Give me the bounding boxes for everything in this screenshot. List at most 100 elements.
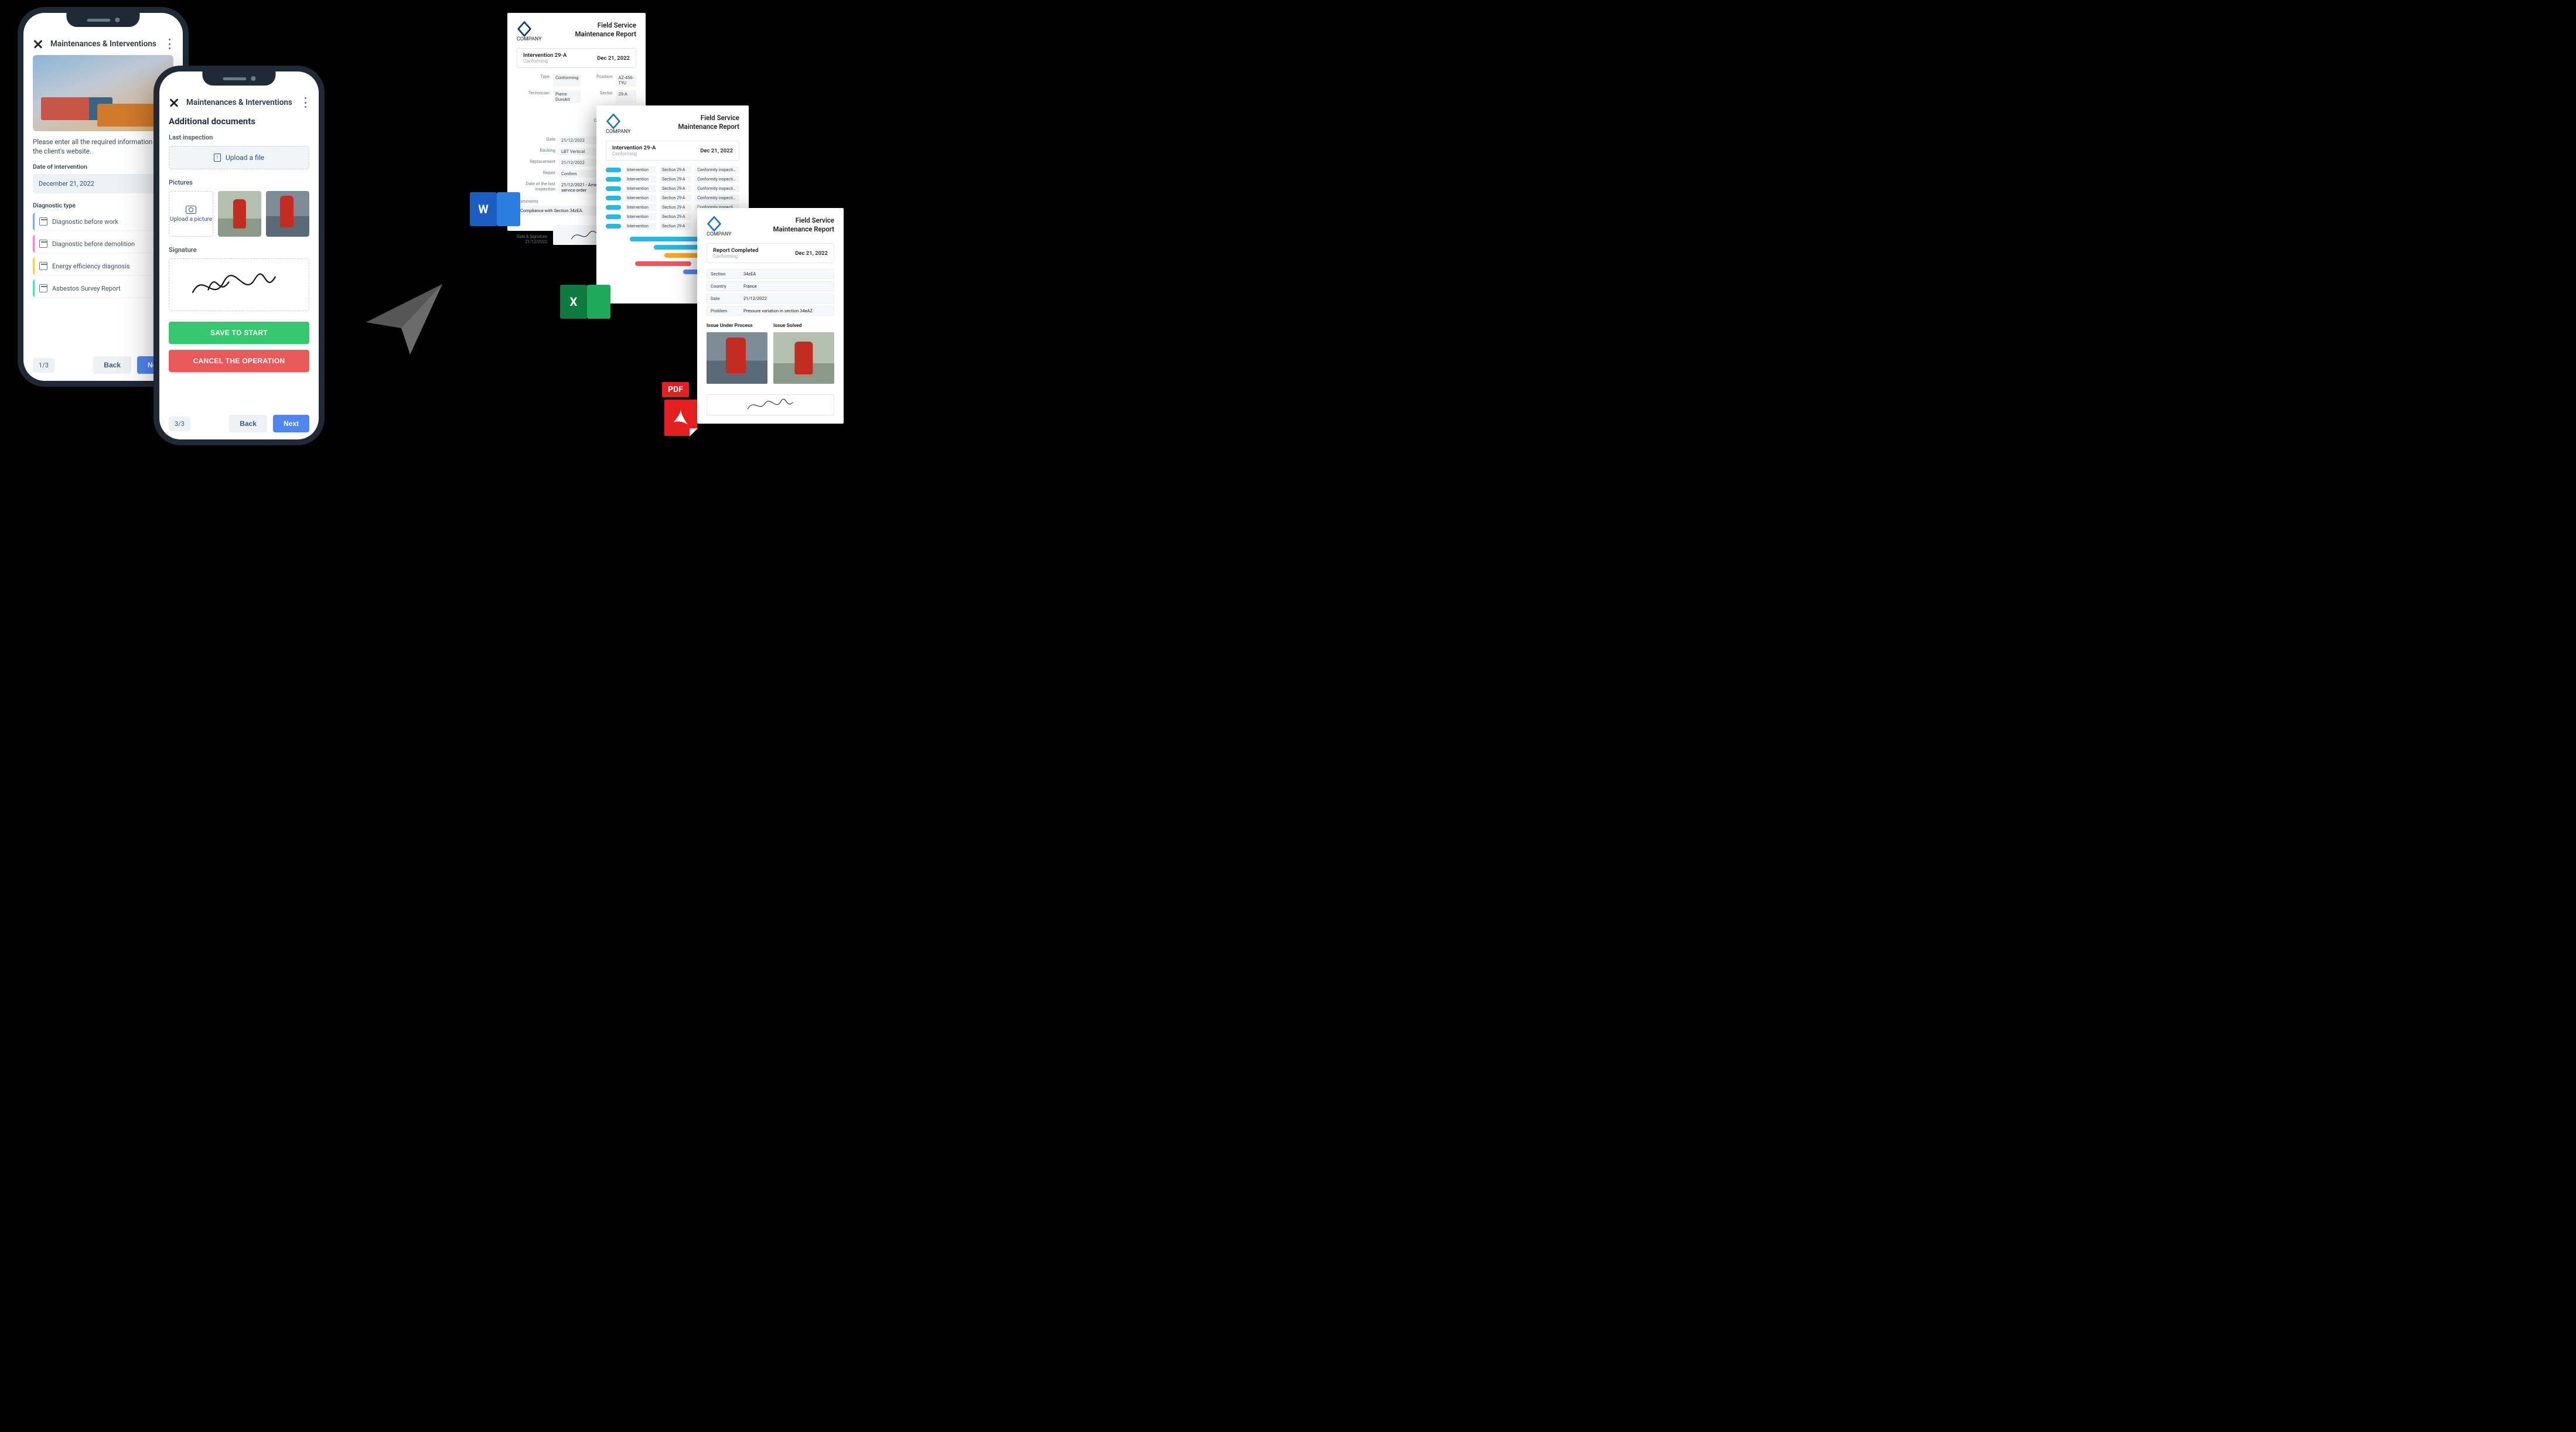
pictures-label: Pictures <box>169 179 309 186</box>
report-signature <box>707 394 834 415</box>
last-inspection-key: Date of the last inspection <box>517 181 555 194</box>
field-key: Section <box>711 271 738 277</box>
screen-title: Maintenances & Interventions <box>186 98 294 107</box>
table-cell: Section 29-A <box>660 185 691 192</box>
pdf-label: PDF <box>662 382 689 397</box>
hero-image <box>33 55 173 131</box>
calendar-icon <box>39 217 47 226</box>
company-label: COMPANY <box>606 129 631 135</box>
diagnostic-option[interactable]: Diagnostic before work <box>33 213 173 230</box>
picture-thumbnail[interactable] <box>218 191 261 237</box>
pdf-icon: PDF <box>662 382 701 438</box>
table-row: InterventionSection 29-AConformity inspe… <box>606 185 739 192</box>
adobe-icon <box>664 400 697 436</box>
report-title-1: Field Service <box>678 114 739 122</box>
field-row: ProblemPressure variation in section 34e… <box>707 306 834 316</box>
issue-image <box>707 332 767 384</box>
gantt-bar <box>630 237 705 241</box>
field-row: Section 34zEA <box>707 269 834 279</box>
table-cell: Intervention <box>625 176 656 183</box>
table-cell: Intervention <box>625 204 656 211</box>
meta-title: Intervention 29-A <box>523 52 567 59</box>
status-pill <box>606 214 621 219</box>
issue-under-label: Issue Under Process <box>707 323 767 329</box>
save-button[interactable]: SAVE TO START <box>169 322 309 344</box>
table-row: Intervention Section 29-A Conformity inspe… <box>606 176 739 183</box>
field-val: 34zEA <box>743 271 830 277</box>
date-input[interactable]: December 21, 2022 <box>33 174 173 193</box>
table-cell: Section 29-A <box>660 223 691 230</box>
upload-picture-label: Upload a picture <box>170 216 212 223</box>
upload-file-label: Upload a file <box>226 154 264 162</box>
excel-icon: X <box>560 285 610 319</box>
option-label: Asbestos Survey Report <box>52 285 121 292</box>
table-row: InterventionSection 29-AConformity inspe… <box>606 166 739 173</box>
company-logo-icon <box>606 114 621 129</box>
table-cell: Conformity inspection OK <box>695 166 739 173</box>
field-row: Date21/12/2022 <box>707 294 834 304</box>
upload-icon <box>214 154 221 162</box>
status-pill <box>606 224 621 229</box>
intro-text: Please enter all the required informatio… <box>33 137 173 156</box>
table-cell: Conformity inspection OK <box>695 176 739 183</box>
kv-val: 29-A <box>616 90 636 103</box>
next-button[interactable]: Next <box>273 415 309 432</box>
upload-file-button[interactable]: Upload a file <box>169 146 309 169</box>
step-indicator: 3/3 <box>169 417 190 431</box>
diagnostic-option[interactable]: Energy efficiency diagnosis <box>33 257 173 275</box>
meta-date: Dec 21, 2022 <box>700 148 733 154</box>
issue-solved-label: Issue Solved <box>773 323 834 329</box>
gantt-bar <box>635 261 691 266</box>
table-row: InterventionSection 29-AConformity inspe… <box>606 195 739 202</box>
field-key: Date <box>711 296 738 301</box>
step-indicator: 1/3 <box>33 358 54 373</box>
field-row: CountryFrance <box>707 281 834 291</box>
company-label: COMPANY <box>517 36 542 42</box>
meta-title: Report Completed <box>713 247 758 254</box>
sig-date-label: Date & Signature <box>517 234 547 240</box>
kv-key: Replacement <box>517 159 555 166</box>
kv-key: Sector <box>584 90 612 103</box>
excel-letter: X <box>560 285 587 319</box>
word-icon: W <box>470 192 520 226</box>
calendar-icon <box>39 262 47 270</box>
close-icon[interactable] <box>33 39 43 49</box>
kv-key: Repair <box>517 170 555 178</box>
kv-key: Racking <box>517 148 555 155</box>
table-cell: Intervention <box>625 166 656 173</box>
status-pill <box>606 196 621 200</box>
diagnostic-option[interactable]: Diagnostic before demolition <box>33 235 173 253</box>
back-button[interactable]: Back <box>229 415 267 432</box>
word-letter: W <box>470 192 497 226</box>
meta-date: Dec 21, 2022 <box>795 250 828 257</box>
report-title-2: Maintenance Report <box>575 30 636 39</box>
table-cell: Conformity inspection OK <box>695 195 739 202</box>
report-title-2: Maintenance Report <box>678 122 739 131</box>
table-cell: Section 29-A <box>660 176 691 183</box>
last-inspection-label: Last inspection <box>169 134 309 141</box>
back-button[interactable]: Back <box>93 356 131 374</box>
kv-val: Conforming <box>553 74 581 87</box>
more-icon[interactable] <box>165 39 173 49</box>
meta-date: Dec 21, 2022 <box>597 55 630 62</box>
diagnostic-option[interactable]: Asbestos Survey Report <box>33 279 173 297</box>
status-pill <box>606 168 621 172</box>
kv-key: Position <box>584 74 612 87</box>
issue-image <box>773 332 834 384</box>
screen-title: Maintenances & Interventions <box>50 39 158 49</box>
gantt-bar <box>654 245 700 250</box>
date-label: Date of intervention <box>33 163 173 171</box>
company-logo-icon <box>517 21 532 36</box>
signature-pad[interactable] <box>169 258 309 311</box>
cancel-button[interactable]: CANCEL THE OPERATION <box>169 350 309 372</box>
signature-icon <box>183 267 295 303</box>
more-icon[interactable] <box>301 97 309 108</box>
close-icon[interactable] <box>169 97 179 108</box>
meta-sub: Conforming <box>612 151 656 156</box>
meta-sub: Conforming <box>523 59 567 64</box>
picture-thumbnail[interactable] <box>266 191 309 237</box>
table-cell: Intervention <box>625 185 656 192</box>
field-key: Problem <box>711 308 738 313</box>
calendar-icon <box>39 240 47 248</box>
upload-picture-button[interactable]: Upload a picture <box>169 191 213 237</box>
